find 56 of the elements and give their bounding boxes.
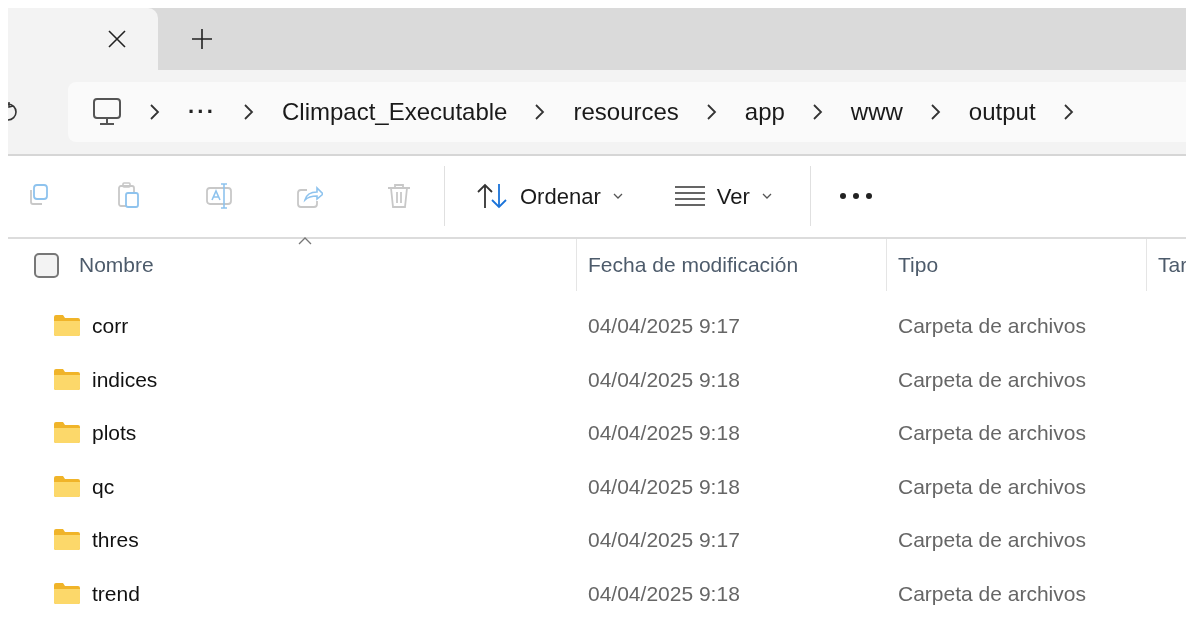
file-name[interactable]: trend xyxy=(92,577,140,609)
chevron-right-icon xyxy=(244,103,254,120)
folder-icon xyxy=(54,529,80,551)
file-type: Carpeta de archivos xyxy=(897,313,1086,339)
file-type: Carpeta de archivos xyxy=(897,420,1086,446)
more-locations-button[interactable]: ··· xyxy=(188,95,216,129)
modified-date: 04/04/2025 9:18 xyxy=(587,580,741,607)
column-header[interactable]: Tipo xyxy=(898,249,939,281)
view-button[interactable]: Ver xyxy=(674,166,772,227)
file-name[interactable]: qc xyxy=(92,470,115,502)
plus-icon[interactable] xyxy=(192,29,212,49)
file-type: Carpeta de archivos xyxy=(897,366,1086,393)
folder-icon xyxy=(54,315,80,337)
folder-icon xyxy=(54,475,80,497)
select-all-checkbox[interactable] xyxy=(34,253,59,278)
file-type: Carpeta de archivos xyxy=(897,527,1086,553)
caret-icon xyxy=(761,193,772,200)
rename-icon xyxy=(205,182,233,211)
column-header[interactable]: Fecha de modificación xyxy=(588,249,799,281)
chevron-right-icon xyxy=(150,103,160,120)
file-type: Carpeta de archivos xyxy=(897,580,1086,607)
modified-date: 04/04/2025 9:18 xyxy=(587,366,741,393)
file-name[interactable]: thres xyxy=(92,524,139,556)
chevron-right-icon xyxy=(535,103,546,120)
folder-icon xyxy=(54,582,80,604)
close-icon[interactable] xyxy=(108,30,126,48)
modified-date: 04/04/2025 9:17 xyxy=(587,527,741,553)
breadcrumb-item[interactable]: Climpact_Executable xyxy=(282,93,508,130)
folder-icon xyxy=(54,422,80,444)
file-name[interactable]: corr xyxy=(92,310,129,342)
address-bar[interactable]: ··· Climpact_Executable resources app www output xyxy=(68,81,1186,142)
trash-icon xyxy=(385,182,413,211)
breadcrumb-item[interactable]: resources xyxy=(573,93,679,130)
list-lines-icon xyxy=(674,186,705,207)
breadcrumb-item[interactable]: www xyxy=(850,93,903,130)
modified-date: 04/04/2025 9:18 xyxy=(587,473,741,500)
monitor-icon[interactable] xyxy=(92,97,122,126)
chevron-right-icon xyxy=(706,103,717,120)
sort-ascending-icon xyxy=(298,237,312,245)
column-header[interactable]: Nombre xyxy=(79,249,154,281)
file-name[interactable]: plots xyxy=(92,417,137,449)
caret-icon xyxy=(612,193,623,200)
breadcrumb-item[interactable]: output xyxy=(968,93,1036,130)
modified-date: 04/04/2025 9:18 xyxy=(587,420,741,446)
file-type: Carpeta de archivos xyxy=(897,473,1086,500)
modified-date: 04/04/2025 9:17 xyxy=(587,313,741,339)
folder-icon xyxy=(54,368,80,390)
more-icon xyxy=(839,193,872,200)
column-header[interactable]: Tar xyxy=(1158,249,1186,281)
chevron-right-icon xyxy=(812,103,823,120)
sort-button[interactable]: Ordenar xyxy=(476,166,623,227)
file-name[interactable]: indices xyxy=(92,363,158,395)
sort-arrows-icon xyxy=(476,183,508,210)
breadcrumb-item[interactable]: app xyxy=(744,93,785,130)
chevron-right-icon xyxy=(1063,103,1074,120)
chevron-right-icon xyxy=(930,103,941,120)
